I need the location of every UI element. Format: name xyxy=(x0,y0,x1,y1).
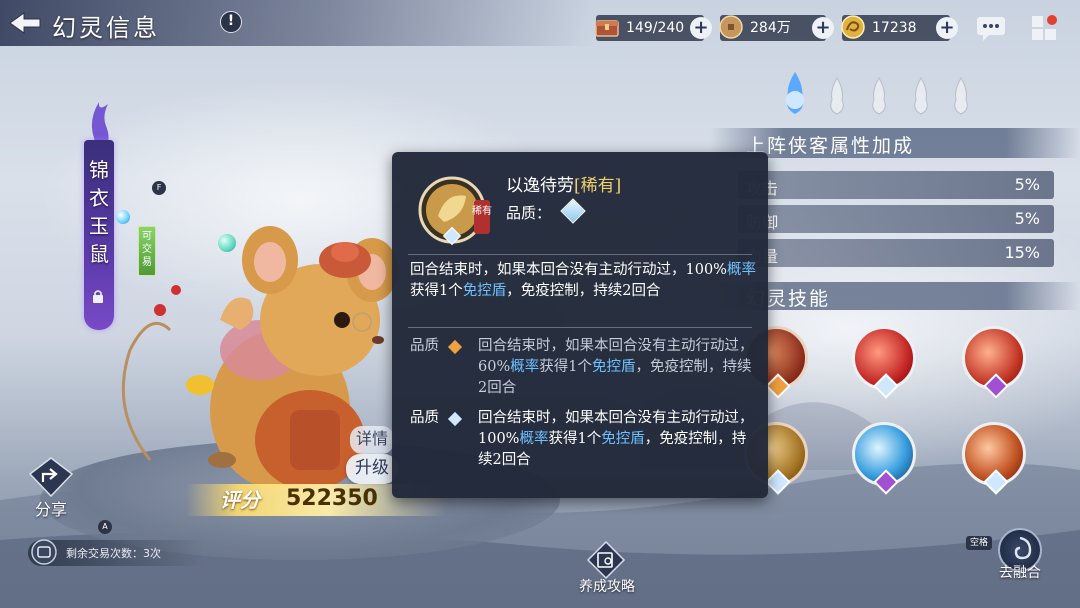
desc-text: 回合结束时，如果本回合没有主动行动过，100% xyxy=(410,262,727,278)
grid-menu-icon xyxy=(1032,15,1057,40)
share-icon xyxy=(28,457,74,498)
page-title: 幻灵信息 xyxy=(52,14,160,42)
variant-quality-label: 品质 xyxy=(410,338,439,354)
desc-text: 获得1个 xyxy=(539,359,592,375)
resource-stamina: 149/240 + xyxy=(595,15,712,41)
desc-text: 获得1个 xyxy=(548,431,602,447)
resource-gold: 17238 + xyxy=(841,15,958,41)
score-value: 522350 xyxy=(286,486,378,511)
key-hint-f: F xyxy=(152,181,166,195)
upgrade-button[interactable]: 升级 xyxy=(346,454,398,484)
menu-button[interactable] xyxy=(1030,12,1060,42)
attribute-row-defense: 防御 5% xyxy=(738,205,1054,233)
variant-quality-label: 品质 xyxy=(410,410,439,426)
back-button[interactable] xyxy=(6,8,42,38)
quality-gem-icon xyxy=(873,373,899,399)
detail-button[interactable]: 详情 xyxy=(350,426,394,454)
fusion-label: 去融合 xyxy=(999,565,1041,581)
guide-book-icon xyxy=(586,540,626,580)
quality-gem-icon xyxy=(765,469,791,495)
chest-icon xyxy=(595,20,619,37)
spirit-star-row xyxy=(778,68,978,118)
spirit-flame-empty-icon xyxy=(914,77,928,115)
quality-gem-icon xyxy=(873,469,899,495)
attribute-row-attack: 攻击 5% xyxy=(738,171,1054,199)
info-button[interactable]: ! xyxy=(220,11,242,33)
quality-variant-orange: 品质 回合结束时，如果本回合没有主动行动过，60%概率获得1个免控盾，免疫控制，… xyxy=(410,336,756,400)
spirit-flame-empty-icon xyxy=(830,77,844,115)
trade-icon xyxy=(31,539,57,565)
variant-description: 回合结束时，如果本回合没有主动行动过，100%概率获得1个免控盾，免疫控制，持续… xyxy=(478,408,754,471)
quality-gem-icon xyxy=(765,373,791,399)
quality-gem-icon xyxy=(983,373,1009,399)
skill-name: 以逸待劳[稀有] xyxy=(506,171,621,196)
white-gem-icon xyxy=(447,411,463,427)
spirit-flame-lit-icon xyxy=(786,72,804,114)
orange-gem-icon xyxy=(447,339,463,355)
spirit-flame-empty-icon xyxy=(954,77,968,115)
score-label: 评分 xyxy=(220,488,260,512)
desc-highlight: 概率 xyxy=(510,359,540,375)
key-hint-a: A xyxy=(98,520,112,534)
desc-text: ，免疫控制，持续2回合 xyxy=(506,283,661,299)
add-gold-button[interactable]: + xyxy=(936,17,958,39)
skill-name-text: 以逸待劳 xyxy=(506,176,574,196)
gold-value: 17238 xyxy=(872,20,917,36)
divider xyxy=(408,254,752,255)
desc-highlight: 免控盾 xyxy=(591,359,636,375)
skill-slot-6[interactable] xyxy=(962,422,1026,495)
share-label: 分享 xyxy=(34,500,67,519)
lock-icon[interactable] xyxy=(90,288,106,304)
variant-description: 回合结束时，如果本回合没有主动行动过，60%概率获得1个免控盾，免疫控制，持续2… xyxy=(478,336,754,399)
spirit-flame-empty-icon xyxy=(872,77,886,115)
skill-slot-3[interactable] xyxy=(962,326,1026,399)
quality-gem-icon xyxy=(983,469,1009,495)
attribute-row-hp: 血量 15% xyxy=(738,239,1054,267)
desc-highlight: 免控盾 xyxy=(601,431,645,447)
skill-description: 回合结束时，如果本回合没有主动行动过，100%概率获得1个免控盾，免疫控制，持续… xyxy=(410,260,756,302)
skill-slot-2[interactable] xyxy=(852,326,916,399)
skill-slot-5[interactable] xyxy=(852,422,916,495)
chat-icon xyxy=(977,17,1005,41)
key-hint-space: 空格 xyxy=(966,536,992,550)
coins-value: 284万 xyxy=(750,20,791,36)
quality-label: 品质： xyxy=(506,204,552,222)
skill-rarity: [稀有] xyxy=(574,176,622,196)
attribute-value: 5% xyxy=(1014,175,1040,194)
add-stamina-button[interactable]: + xyxy=(690,17,712,39)
add-coins-button[interactable]: + xyxy=(812,17,834,39)
stamina-value: 149/240 xyxy=(626,20,685,36)
attribute-title: 上阵侠客属性加成 xyxy=(746,135,915,157)
divider xyxy=(408,327,752,328)
desc-highlight: 免控盾 xyxy=(462,283,507,299)
attribute-value: 5% xyxy=(1014,209,1040,228)
spirit-name-text: 锦衣玉鼠 xyxy=(89,158,109,266)
attribute-value: 15% xyxy=(1004,243,1040,262)
coin-icon xyxy=(719,15,743,39)
back-arrow-icon xyxy=(9,12,41,34)
nurture-guide-label: 养成攻略 xyxy=(579,579,635,595)
desc-highlight: 概率 xyxy=(519,431,549,447)
desc-text: 获得1个 xyxy=(410,283,463,299)
rarity-badge-text: 稀有 xyxy=(472,204,492,217)
desc-highlight: 概率 xyxy=(726,262,756,278)
trades-remaining-text: 剩余交易次数：3次 xyxy=(66,547,161,560)
chat-button[interactable] xyxy=(974,12,1008,42)
resource-coins: 284万 + xyxy=(719,15,834,41)
skill-icon-leaf: 稀有 xyxy=(418,176,492,246)
dragon-coin-icon xyxy=(841,15,865,39)
quality-variant-white: 品质 回合结束时，如果本回合没有主动行动过，100%概率获得1个免控盾，免疫控制… xyxy=(410,408,756,472)
